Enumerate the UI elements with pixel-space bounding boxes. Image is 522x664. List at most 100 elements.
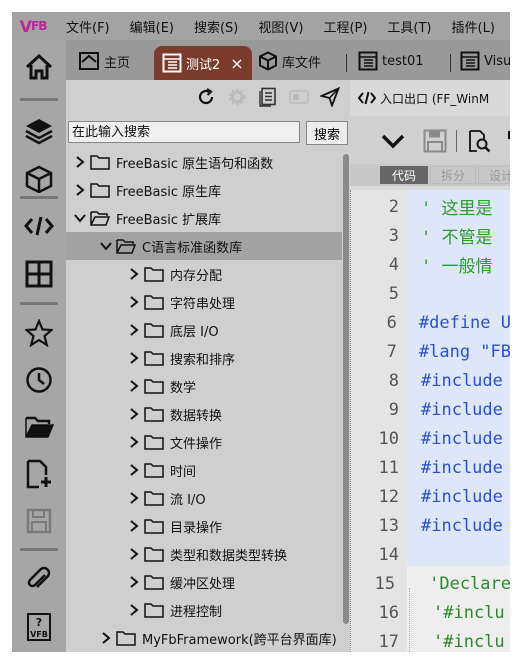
chevron-down-icon[interactable] (100, 240, 112, 252)
build-icon[interactable] (500, 128, 510, 154)
settings-gear-icon[interactable] (226, 86, 248, 108)
home-icon[interactable] (19, 48, 59, 86)
view-tab-split[interactable]: 拆分 (430, 166, 476, 184)
folder-icon (144, 518, 164, 534)
activity-separator (20, 548, 58, 551)
chevron-right-icon[interactable] (128, 380, 140, 392)
chevron-right-icon[interactable] (128, 520, 140, 532)
tree-item[interactable]: FreeBasic 原生语句和函数 (66, 148, 342, 176)
menu-search[interactable]: 搜索(S) (194, 17, 238, 36)
tree-item[interactable]: FreeBasic 原生库 (66, 176, 342, 204)
menu-edit[interactable]: 编辑(E) (130, 17, 174, 36)
line-number: 5 (388, 283, 399, 304)
package-icon[interactable] (19, 160, 59, 198)
document-list-icon[interactable] (257, 86, 279, 108)
menu-plugins[interactable]: 插件(L) (452, 17, 495, 36)
chevron-down-icon[interactable] (74, 212, 86, 224)
tree-item[interactable]: 数据转换 (66, 400, 342, 428)
activity-separator (20, 302, 58, 305)
code-text: #define U (418, 312, 510, 333)
tree-item[interactable]: 搜索和排序 (66, 344, 342, 372)
tab-test01[interactable]: test01 (358, 46, 424, 76)
new-file-icon[interactable] (19, 455, 59, 493)
refresh-icon[interactable] (195, 86, 217, 108)
menu-project[interactable]: 工程(P) (323, 17, 367, 36)
menu-tools[interactable]: 工具(T) (387, 17, 431, 36)
tree-item[interactable]: FreeBasic 扩展库 (66, 204, 342, 232)
save-file-icon[interactable] (422, 128, 448, 154)
view-tab-code[interactable]: 代码 (380, 166, 428, 184)
tree-item[interactable]: 时间 (66, 456, 342, 484)
editor-title-bar: 入口出口 (FF_WinM (350, 80, 510, 116)
code-text: #include (421, 457, 503, 478)
search-button[interactable]: 搜索 (306, 121, 348, 145)
chevron-right-icon[interactable] (100, 632, 112, 644)
editor-view-tabs: 代码 拆分 设计 (350, 164, 510, 186)
layers-icon[interactable] (19, 112, 59, 150)
library-panel: 搜索 FreeBasic 原生语句和函数FreeBasic 原生库FreeBas… (66, 80, 350, 652)
tree-item[interactable]: 内存分配 (66, 260, 342, 288)
chevron-right-icon[interactable] (128, 464, 140, 476)
designer-grid-icon[interactable] (19, 255, 59, 293)
vfb-help-icon[interactable]: ? VFB (19, 608, 59, 646)
tab-test2[interactable]: 测试2 × (154, 46, 252, 80)
tree-item[interactable]: 数学 (66, 372, 342, 400)
tree-item[interactable]: 流 I/O (66, 484, 342, 512)
tree-item[interactable]: 文件操作 (66, 428, 342, 456)
collapse-chevron-icon[interactable] (380, 128, 406, 154)
line-number: 8 (388, 370, 399, 391)
tree-item[interactable]: MyFbFramework(跨平台界面库) (66, 624, 342, 652)
tree-item-label: 类型和数据类型转换 (170, 548, 288, 564)
tab-visual[interactable]: Visual (460, 46, 510, 76)
tree-item-label: 流 I/O (170, 492, 206, 508)
menu-view[interactable]: 视图(V) (258, 17, 303, 36)
tree-item[interactable]: 字符串处理 (66, 288, 342, 316)
find-in-file-icon[interactable] (466, 128, 492, 154)
library-search-input[interactable] (68, 121, 300, 143)
folder-icon (144, 350, 164, 366)
open-folder-icon[interactable] (19, 408, 59, 446)
save-icon[interactable] (19, 502, 59, 540)
code-line: 10 #include (351, 424, 510, 453)
send-icon[interactable] (319, 86, 341, 108)
view-tab-design[interactable]: 设计 (478, 166, 510, 184)
editor-file-title: 入口出口 (FF_WinM (380, 91, 490, 106)
chevron-right-icon[interactable] (128, 548, 140, 560)
chevron-right-icon[interactable] (128, 352, 140, 364)
chevron-right-icon[interactable] (128, 576, 140, 588)
menu-file[interactable]: 文件(F) (66, 17, 110, 36)
tab-close-icon[interactable]: × (230, 54, 243, 73)
tree-scrollbar[interactable] (342, 148, 350, 652)
code-line: 17 '#inclu (351, 627, 510, 652)
tree-item-label: 数据转换 (170, 408, 223, 424)
tree-item[interactable]: 类型和数据类型转换 (66, 540, 342, 568)
tree-item[interactable]: 目录操作 (66, 512, 342, 540)
toggle-icon[interactable] (288, 86, 310, 108)
chevron-right-icon[interactable] (128, 604, 140, 616)
tree-item[interactable]: 进程控制 (66, 596, 342, 624)
tab-home[interactable]: 主页 (78, 46, 130, 76)
code-editor[interactable]: 2 ' 这里是 3 ' 不管是 4 ' 一般情 5 6 #define U 7 #lang "FB 8… (350, 190, 510, 652)
chevron-right-icon[interactable] (128, 492, 140, 504)
chevron-right-icon[interactable] (128, 324, 140, 336)
star-icon[interactable] (19, 314, 59, 352)
tree-item[interactable]: C语言标准函数库 (66, 232, 342, 260)
tree-item[interactable]: 缓冲区处理 (66, 568, 342, 596)
line-number: 4 (388, 254, 399, 275)
chevron-right-icon[interactable] (74, 156, 86, 168)
code-line: 9 #include (351, 395, 510, 424)
tab-library-files[interactable]: 库文件 (258, 46, 321, 76)
code-icon[interactable] (19, 207, 59, 245)
chevron-right-icon[interactable] (128, 268, 140, 280)
chevron-right-icon[interactable] (74, 184, 86, 196)
chevron-right-icon[interactable] (128, 296, 140, 308)
scrollbar-thumb[interactable] (343, 154, 349, 624)
line-number: 15 (374, 573, 396, 594)
tree-item[interactable]: 底层 I/O (66, 316, 342, 344)
history-clock-icon[interactable] (19, 361, 59, 399)
chevron-right-icon[interactable] (128, 436, 140, 448)
tree-item-label: 字符串处理 (170, 296, 236, 312)
chevron-right-icon[interactable] (128, 408, 140, 420)
code-line: 3 ' 不管是 (351, 221, 510, 250)
attachment-icon[interactable] (19, 560, 59, 598)
